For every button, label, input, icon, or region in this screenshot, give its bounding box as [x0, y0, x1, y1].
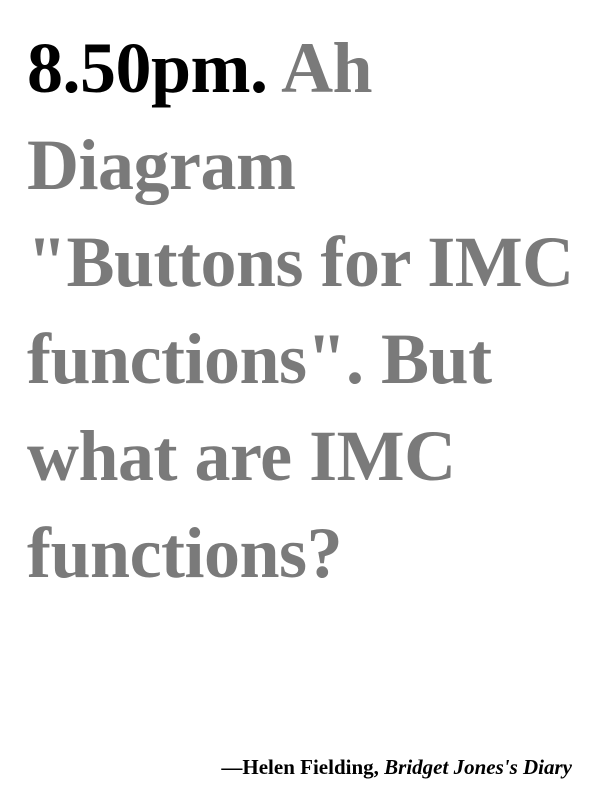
attribution: —Helen Fielding, Bridget Jones's Diary	[221, 752, 572, 782]
quote-block: 8.50pm. Ah Diagram "Buttons for IMC func…	[27, 20, 587, 602]
attribution-author: Helen Fielding	[242, 755, 374, 779]
quote-time: 8.50pm.	[27, 28, 268, 108]
attribution-dash: —	[221, 755, 243, 779]
quote-text: Ah Diagram "Buttons for IMC functions". …	[27, 28, 574, 593]
attribution-book-title: Bridget Jones's Diary	[384, 755, 572, 779]
attribution-separator: ,	[373, 755, 385, 779]
